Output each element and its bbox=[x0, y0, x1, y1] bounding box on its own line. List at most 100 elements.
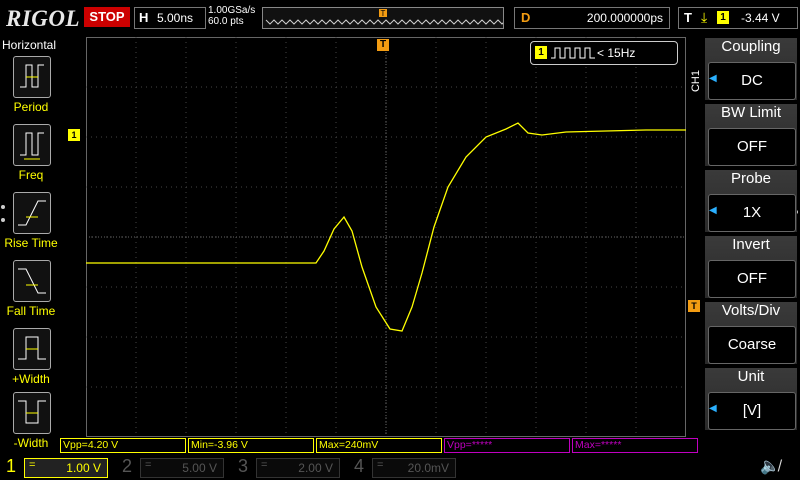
measurement-readout: Max=240mV bbox=[316, 438, 442, 453]
trigger-position-marker[interactable]: T bbox=[377, 39, 389, 51]
menu-item-value[interactable]: 1X bbox=[708, 194, 796, 232]
channel-1-status[interactable]: 1 = 1.00 V bbox=[0, 454, 116, 480]
pos-width-icon bbox=[13, 328, 51, 370]
measure-menu: Horizontal Period Freq Rise Time Fall Ti… bbox=[0, 36, 62, 454]
measure-pos-width[interactable]: +Width bbox=[2, 328, 60, 394]
horizontal-prefix: H bbox=[139, 10, 149, 25]
dc-coupling-icon: = bbox=[261, 459, 268, 471]
channel-number: 3 bbox=[238, 456, 249, 476]
measurement-readout: Vpp=4.20 V bbox=[60, 438, 186, 453]
dc-coupling-icon: = bbox=[377, 459, 384, 471]
menu-item-bw-limit[interactable]: BW Limit OFF bbox=[705, 104, 797, 166]
menu-item-title: Probe bbox=[730, 170, 772, 187]
fall-time-icon bbox=[13, 260, 51, 302]
falling-edge-icon: ⤓ bbox=[701, 9, 708, 25]
channel-scale: 5.00 V bbox=[182, 461, 217, 475]
trigger-level-marker[interactable]: T bbox=[688, 300, 700, 312]
channel-scale: 20.0mV bbox=[407, 461, 449, 475]
memory-points: 60.0 pts bbox=[208, 16, 244, 27]
measure-fall-time[interactable]: Fall Time bbox=[2, 260, 60, 326]
trigger-box[interactable]: T ⤓ 1 -3.44 V bbox=[678, 7, 798, 29]
speaker-mute-icon[interactable]: 🔈̸ bbox=[760, 456, 780, 476]
freq-channel-badge: 1 bbox=[535, 46, 547, 59]
menu-item-value[interactable]: Coarse bbox=[708, 326, 796, 364]
measure-freq[interactable]: Freq bbox=[2, 124, 60, 190]
measure-period[interactable]: Period bbox=[2, 56, 60, 122]
menu-item-title: Invert bbox=[732, 236, 770, 253]
trigger-channel-badge: 1 bbox=[717, 11, 729, 24]
pos-width-label: +Width bbox=[12, 372, 50, 386]
menu-item-value[interactable]: OFF bbox=[708, 260, 796, 298]
memory-trigger-marker: T bbox=[381, 9, 386, 18]
period-icon bbox=[13, 56, 51, 98]
horizontal-timebase[interactable]: H 5.00ns bbox=[134, 7, 206, 29]
menu-item-coupling[interactable]: Coupling DC ◀ bbox=[705, 38, 797, 100]
menu-item-probe[interactable]: Probe 1X ◀ bbox=[705, 170, 797, 232]
measure-neg-width[interactable]: -Width bbox=[2, 392, 60, 458]
delay-value: 200.000000ps bbox=[586, 11, 663, 25]
trigger-level-value: -3.44 V bbox=[741, 11, 780, 25]
dc-coupling-icon: = bbox=[29, 459, 36, 471]
left-scroll-dot bbox=[1, 205, 5, 209]
channel-status-bar: 🔈̸ 1 = 1.00 V 2 = 5.00 V 3 = 2.00 V 4 = 20.0mV bbox=[0, 454, 800, 480]
channel-scale-box: = 2.00 V bbox=[256, 458, 340, 478]
channel-3-status[interactable]: 3 = 2.00 V bbox=[232, 454, 348, 480]
timebase-value: 5.00ns bbox=[157, 11, 194, 25]
fall-time-label: Fall Time bbox=[6, 304, 56, 318]
menu-item-title: Coupling bbox=[721, 38, 781, 55]
top-status-bar: RIGOL STOP H 5.00ns 1.00GSa/s 60.0 pts T… bbox=[0, 0, 800, 36]
measurement-readout: Max=***** bbox=[572, 438, 698, 453]
channel-number: 2 bbox=[122, 456, 133, 476]
sample-rate: 1.00GSa/s bbox=[208, 5, 256, 16]
dc-coupling-icon: = bbox=[145, 459, 152, 471]
channel-scale-box: = 5.00 V bbox=[140, 458, 224, 478]
square-wave-icon bbox=[551, 47, 595, 59]
memory-depth-strip: T bbox=[262, 7, 523, 29]
graticule bbox=[86, 37, 686, 437]
menu-item-value[interactable]: DC bbox=[708, 62, 796, 100]
waveform-display[interactable] bbox=[86, 37, 686, 437]
channel-2-status[interactable]: 2 = 5.00 V bbox=[116, 454, 232, 480]
menu-item-invert[interactable]: Invert OFF bbox=[705, 236, 797, 298]
channel-scale: 1.00 V bbox=[66, 461, 101, 475]
period-label: Period bbox=[13, 100, 49, 114]
neg-width-icon bbox=[13, 392, 51, 434]
sample-info: 1.00GSa/s 60.0 pts bbox=[208, 5, 255, 27]
run-stop-indicator[interactable]: STOP bbox=[84, 7, 130, 27]
measure-menu-title: Horizontal bbox=[2, 38, 57, 52]
measure-rise-time[interactable]: Rise Time bbox=[2, 192, 60, 258]
rise-time-label: Rise Time bbox=[4, 236, 58, 250]
select-arrow-icon: ◀ bbox=[709, 403, 717, 414]
rigol-logo: RIGOL bbox=[6, 6, 81, 31]
rise-time-icon bbox=[13, 192, 51, 234]
channel-number: 4 bbox=[354, 456, 365, 476]
select-arrow-icon: ◀ bbox=[709, 205, 717, 216]
menu-item-volts-div[interactable]: Volts/Div Coarse bbox=[705, 302, 797, 364]
menu-item-title: Volts/Div bbox=[721, 302, 781, 319]
menu-item-unit[interactable]: Unit [V] ◀ bbox=[705, 368, 797, 430]
channel-scale-box: = 1.00 V bbox=[24, 458, 108, 478]
channel-scale: 2.00 V bbox=[298, 461, 333, 475]
menu-item-title: Unit bbox=[737, 368, 765, 385]
freq-value: < 15Hz bbox=[597, 46, 636, 60]
measurement-readout: Min=-3.96 V bbox=[188, 438, 314, 453]
delay-prefix: D bbox=[521, 10, 531, 25]
menu-item-value[interactable]: [V] bbox=[708, 392, 796, 430]
channel-4-status[interactable]: 4 = 20.0mV bbox=[348, 454, 464, 480]
neg-width-label: -Width bbox=[13, 436, 49, 450]
freq-label: Freq bbox=[18, 168, 44, 182]
channel-menu: Coupling DC ◀ BW Limit OFF Probe 1X ◀ Invert OFF V… bbox=[703, 38, 800, 436]
ch1-offset-marker[interactable]: 1 bbox=[68, 129, 80, 141]
left-scroll-dot bbox=[1, 218, 5, 222]
measurement-bar: Vpp=4.20 V Min=-3.96 V Max=240mV Vpp=***** M… bbox=[60, 438, 700, 453]
channel-number: 1 bbox=[6, 456, 17, 476]
freq-icon bbox=[13, 124, 51, 166]
menu-item-value[interactable]: OFF bbox=[708, 128, 796, 166]
delay-box[interactable]: D 200.000000ps bbox=[514, 7, 670, 29]
channel-menu-tag: CH1 bbox=[690, 70, 702, 93]
trigger-prefix: T bbox=[684, 10, 692, 25]
channel-scale-box: = 20.0mV bbox=[372, 458, 456, 478]
memory-waveform-overview: T bbox=[265, 9, 523, 25]
menu-item-title: BW Limit bbox=[721, 104, 781, 121]
select-arrow-icon: ◀ bbox=[709, 73, 717, 84]
